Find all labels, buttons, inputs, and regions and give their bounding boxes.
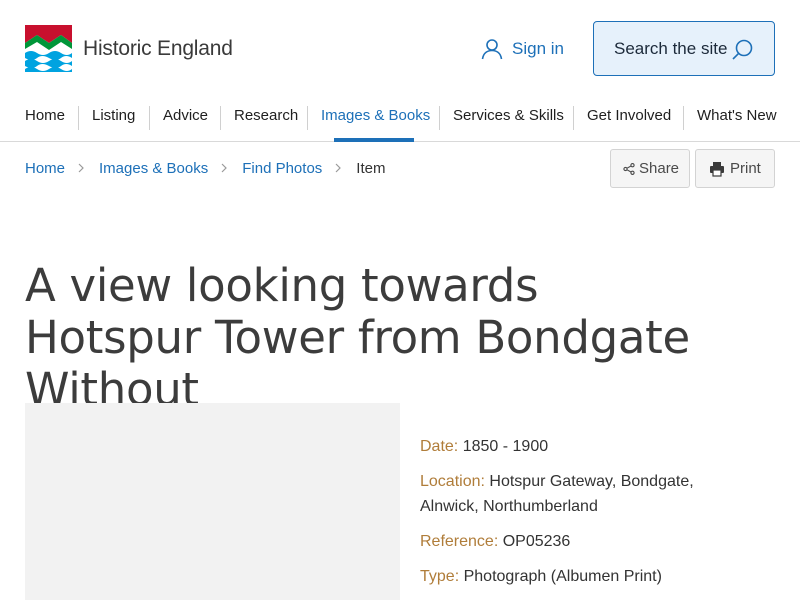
share-label: Share xyxy=(639,160,680,177)
nav-separator xyxy=(149,106,150,130)
nav-separator xyxy=(78,106,79,130)
location-label: Location: xyxy=(420,473,485,490)
nav-separator xyxy=(439,106,440,130)
share-icon xyxy=(623,162,635,175)
nav-separator xyxy=(307,106,308,130)
breadcrumb: Home Images & Books Find Photos Item xyxy=(25,157,385,179)
print-label: Print xyxy=(730,160,761,177)
chevron-right-icon xyxy=(221,163,228,173)
nav-separator xyxy=(220,106,221,130)
detail-location: Location: Hotspur Gateway, Bondgate, Aln… xyxy=(420,469,750,519)
share-button[interactable]: Share xyxy=(610,149,690,188)
photo-image[interactable] xyxy=(25,403,400,600)
type-label: Type: xyxy=(420,568,460,585)
detail-type: Type: Photograph (Albumen Print) xyxy=(420,564,750,589)
detail-reference: Reference: OP05236 xyxy=(420,529,750,554)
breadcrumb-current: Item xyxy=(356,159,386,177)
nav-item-listing[interactable]: Listing xyxy=(92,107,135,131)
breadcrumb-home[interactable]: Home xyxy=(25,160,65,177)
item-details: Date: 1850 - 1900 Location: Hotspur Gate… xyxy=(420,434,750,599)
chevron-right-icon xyxy=(335,163,342,173)
search-button[interactable]: Search the site xyxy=(593,21,775,76)
search-button-label: Search the site xyxy=(614,38,728,58)
detail-date: Date: 1850 - 1900 xyxy=(420,434,750,459)
breadcrumb-find-photos[interactable]: Find Photos xyxy=(242,160,322,177)
nav-separator xyxy=(573,106,574,130)
user-icon xyxy=(481,39,503,60)
reference-label: Reference: xyxy=(420,533,499,550)
historic-england-logo-icon xyxy=(25,25,72,72)
nav-item-services-skills[interactable]: Services & Skills xyxy=(453,107,564,131)
print-button[interactable]: Print xyxy=(695,149,775,188)
nav-separator xyxy=(683,106,684,130)
sign-in-label: Sign in xyxy=(512,39,564,58)
breadcrumb-images-books[interactable]: Images & Books xyxy=(99,160,208,177)
nav-item-advice[interactable]: Advice xyxy=(163,107,208,131)
nav-item-home[interactable]: Home xyxy=(25,107,65,131)
page-title: A view looking towards Hotspur Tower fro… xyxy=(25,259,690,416)
main-navigation: Home Listing Advice Research Images & Bo… xyxy=(0,96,800,142)
date-label: Date: xyxy=(420,438,459,455)
type-value: Photograph (Albumen Print) xyxy=(463,568,662,585)
print-icon xyxy=(710,161,724,177)
chevron-right-icon xyxy=(78,163,84,173)
nav-item-whats-new[interactable]: What's New xyxy=(697,107,777,131)
logo-text: Historic England xyxy=(83,36,233,60)
nav-item-research[interactable]: Research xyxy=(234,107,298,131)
nav-item-images-books[interactable]: Images & Books xyxy=(321,107,430,131)
search-icon xyxy=(732,39,753,60)
active-nav-indicator xyxy=(334,138,414,142)
nav-item-get-involved[interactable]: Get Involved xyxy=(587,107,671,131)
date-value: 1850 - 1900 xyxy=(462,438,549,455)
sign-in-link[interactable]: Sign in xyxy=(481,36,564,62)
reference-value: OP05236 xyxy=(502,533,571,550)
site-header: Historic England Sign in Search the site xyxy=(0,0,800,96)
site-logo[interactable]: Historic England xyxy=(25,25,233,72)
